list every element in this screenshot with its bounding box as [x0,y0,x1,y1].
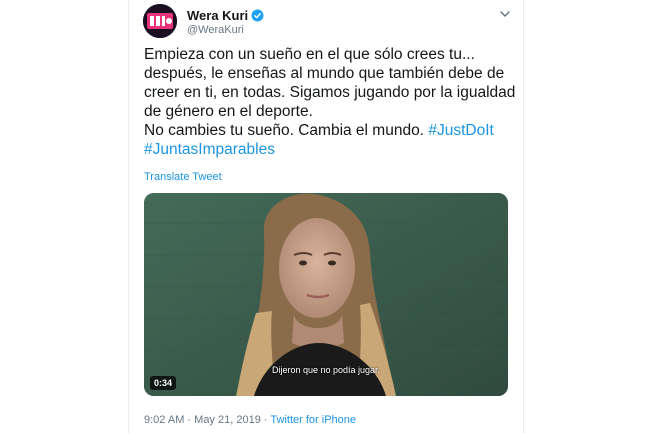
author-name[interactable]: Wera Kuri [187,8,248,23]
tweet-date[interactable]: May 21, 2019 [194,414,261,426]
tweet-text-fragment: No cambies tu sueño. Cambia el mundo. [144,122,425,139]
tweet-text-line: creer en ti, en todas. Sigamos jugando p… [144,84,516,101]
tweet-metadata: 9:02 AM · May 21, 2019 · Twitter for iPh… [144,414,356,426]
tweet-card: Wera Kuri @WeraKuri Empieza con un sueño… [128,0,524,433]
tweet-text-line: de género en el deporte. [144,103,313,120]
tweet-text-line: No cambies tu sueño. Cambia el mundo. #J… [144,121,510,140]
meta-separator: · [263,414,268,426]
tweet-time[interactable]: 9:02 AM [144,414,184,426]
author-handle[interactable]: @WeraKuri [187,24,244,36]
hashtag-link[interactable]: #JustDoIt [428,122,493,139]
translate-tweet-link[interactable]: Translate Tweet [144,171,222,183]
tweet-text: Empieza con un sueño en el que sólo cree… [144,45,516,159]
video-subtitle: Dijeron que no podía jugar. [271,365,381,375]
tweet-text-line: #JuntasImparables [144,140,510,159]
chevron-down-icon[interactable] [499,8,511,20]
hashtag-link[interactable]: #JuntasImparables [144,141,275,158]
video-duration-badge: 0:34 [150,376,177,390]
author-row: Wera Kuri [187,7,264,23]
tweet-source-link[interactable]: Twitter for iPhone [270,414,356,426]
tweet-text-line: después, le enseñas al mundo que también… [144,65,505,82]
tweet-text-line: Empieza con un sueño en el que sólo cree… [144,46,475,63]
verified-badge-icon [251,9,264,21]
meta-separator: · [187,414,192,426]
video-player[interactable]: Dijeron que no podía jugar. 0:34 [144,193,508,396]
avatar[interactable] [143,4,177,38]
